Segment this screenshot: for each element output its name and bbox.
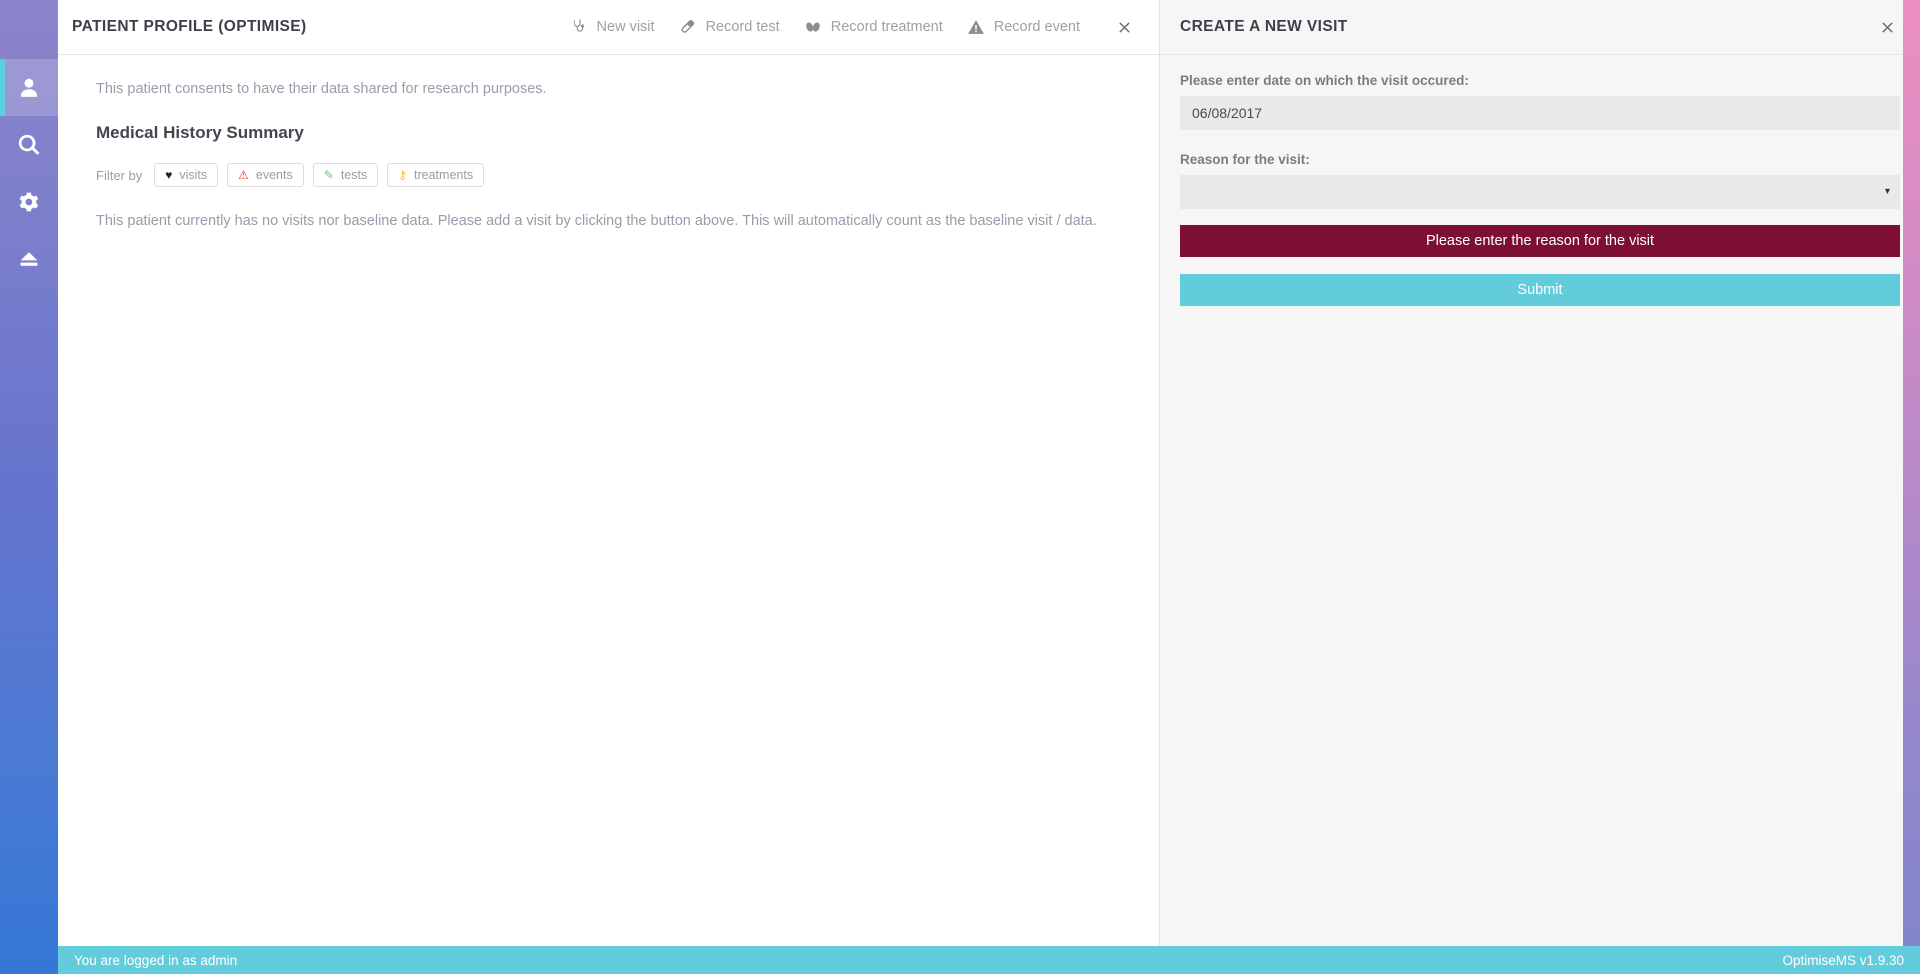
record-event-button[interactable]: Record event — [955, 18, 1092, 36]
warning-triangle-icon — [967, 18, 985, 36]
close-icon — [1879, 19, 1896, 36]
warning-triangle-icon: ⚠ — [238, 168, 249, 182]
medical-history-heading: Medical History Summary — [96, 123, 304, 142]
filter-by-label: Filter by — [96, 167, 143, 183]
filter-chip-events-label: events — [255, 168, 293, 182]
status-bar: You are logged in as admin OptimiseMS v1… — [58, 946, 1920, 974]
filter-chip-tests-label: tests — [340, 168, 368, 182]
record-test-label: Record test — [705, 19, 780, 35]
sidebar-active-indicator — [0, 59, 5, 116]
filter-chip-visits-label: visits — [179, 168, 208, 182]
filter-chip-treatments-label: treatments — [414, 168, 474, 182]
record-event-label: Record event — [993, 19, 1080, 35]
test-tube-icon — [679, 18, 697, 36]
decorative-edge-strip — [1903, 0, 1920, 946]
create-visit-close-button[interactable] — [1875, 15, 1900, 40]
sidebar-nav — [0, 0, 58, 974]
visit-reason-select[interactable]: ▾ — [1180, 175, 1900, 209]
stethoscope-icon — [570, 18, 588, 36]
main-column: PATIENT PROFILE (OPTIMISE) New visit Rec… — [58, 0, 1920, 974]
patient-profile-panel: PATIENT PROFILE (OPTIMISE) New visit Rec… — [58, 0, 1160, 974]
create-visit-header: CREATE A NEW VISIT — [1160, 0, 1920, 55]
pills-icon — [804, 18, 822, 36]
app-version-text: OptimiseMS v1.9.30 — [1782, 952, 1904, 968]
visit-date-label: Please enter date on which the visit occ… — [1180, 73, 1469, 88]
visit-reason-label: Reason for the visit: — [1180, 152, 1310, 167]
visit-date-input[interactable] — [1180, 96, 1900, 130]
workspace: PATIENT PROFILE (OPTIMISE) New visit Rec… — [58, 0, 1920, 974]
record-treatment-button[interactable]: Record treatment — [792, 18, 955, 36]
validation-alert: Please enter the reason for the visit — [1180, 225, 1900, 257]
filter-chip-events[interactable]: ⚠ events — [227, 163, 304, 187]
heart-icon: ♥ — [165, 168, 173, 182]
sidebar-item-settings[interactable] — [0, 173, 58, 230]
empty-state-message: This patient currently has no visits nor… — [96, 213, 1097, 229]
new-visit-label: New visit — [596, 19, 655, 35]
gear-icon — [17, 190, 41, 214]
eject-icon — [17, 247, 41, 271]
user-icon — [16, 75, 42, 101]
login-status-text: You are logged in as admin — [74, 952, 238, 968]
new-visit-button[interactable]: New visit — [558, 18, 667, 36]
sidebar-item-logout[interactable] — [0, 230, 58, 287]
filter-chip-visits[interactable]: ♥ visits — [154, 163, 219, 187]
record-treatment-label: Record treatment — [830, 19, 943, 35]
create-visit-title: CREATE A NEW VISIT — [1180, 18, 1348, 35]
chevron-down-icon: ▾ — [1884, 186, 1890, 197]
filter-bar: Filter by ♥ visits ⚠ events ✎ tests ⚷ tr… — [80, 163, 1137, 187]
header-action-bar: New visit Record test Record treatment R… — [558, 18, 1139, 36]
submit-button[interactable]: Submit — [1180, 274, 1900, 306]
test-tube-icon: ✎ — [323, 168, 334, 182]
create-visit-body: Please enter date on which the visit occ… — [1160, 55, 1920, 974]
search-icon — [16, 132, 42, 158]
create-visit-panel: CREATE A NEW VISIT Please enter date on … — [1160, 0, 1920, 974]
close-icon — [1116, 19, 1133, 36]
consent-statement: This patient consents to have their data… — [96, 81, 547, 97]
pills-icon: ⚷ — [398, 168, 408, 182]
application-window: PATIENT PROFILE (OPTIMISE) New visit Rec… — [0, 0, 1920, 974]
close-panel-button[interactable] — [1106, 19, 1139, 36]
sidebar-item-search[interactable] — [0, 116, 58, 173]
filter-chip-tests[interactable]: ✎ tests — [312, 163, 379, 187]
page-title: PATIENT PROFILE (OPTIMISE) — [72, 18, 307, 35]
record-test-button[interactable]: Record test — [667, 18, 792, 36]
patient-profile-header: PATIENT PROFILE (OPTIMISE) New visit Rec… — [58, 0, 1159, 55]
filter-chip-treatments[interactable]: ⚷ treatments — [387, 163, 485, 187]
sidebar-item-patient[interactable] — [0, 59, 58, 116]
patient-profile-body: This patient consents to have their data… — [58, 55, 1159, 974]
